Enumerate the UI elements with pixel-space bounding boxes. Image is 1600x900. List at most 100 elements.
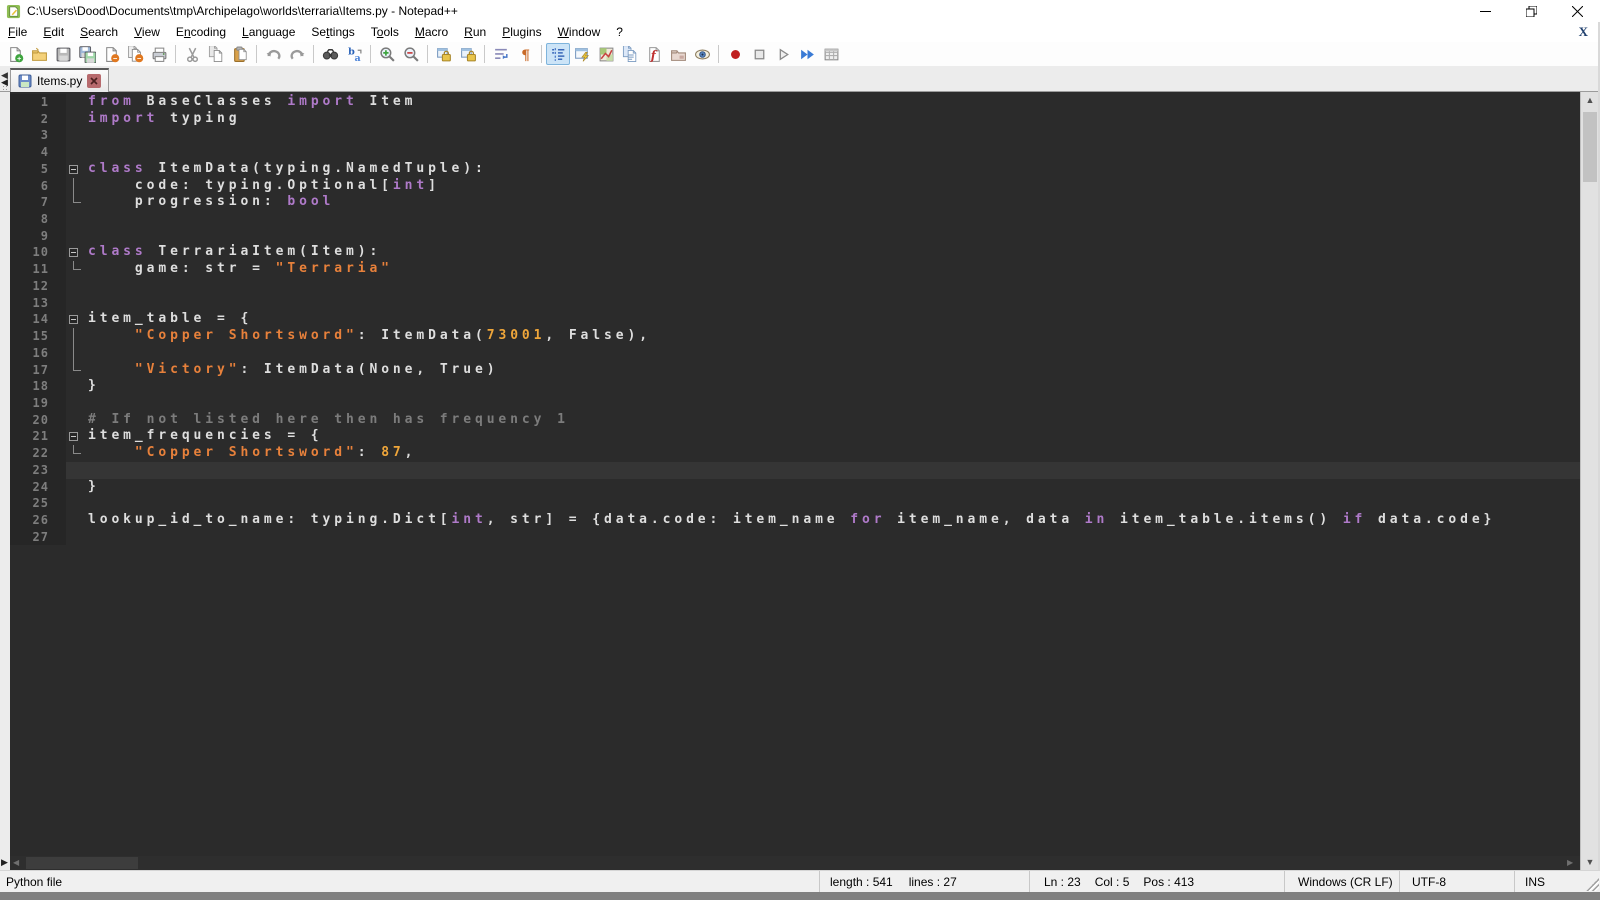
horizontal-scrollbar[interactable]: ◀ ▶	[10, 856, 1580, 870]
menu-edit[interactable]: Edit	[35, 23, 72, 41]
editor-line-3[interactable]: 3	[10, 127, 1580, 144]
editor-line-19[interactable]: 19	[10, 395, 1580, 412]
mdi-close-document-icon[interactable]: X	[1579, 24, 1588, 40]
menu-settings[interactable]: Settings	[303, 23, 362, 41]
menu-tools[interactable]: Tools	[363, 23, 407, 41]
menu-run[interactable]: Run	[456, 23, 494, 41]
horizontal-scrollbar-thumb[interactable]	[26, 857, 138, 869]
fold-marker-start[interactable]	[66, 428, 84, 445]
macro-save-button[interactable]	[819, 43, 843, 65]
tab-items-py[interactable]: Items.py	[10, 68, 109, 92]
editor-line-7[interactable]: 7 progression: bool	[10, 194, 1580, 211]
save-all-button[interactable]	[75, 43, 99, 65]
editor-line-17[interactable]: 17 "Victory": ItemData(None, True)	[10, 362, 1580, 379]
fold-marker-start[interactable]	[66, 161, 84, 178]
scroll-down-icon[interactable]: ▼	[1581, 854, 1599, 870]
save-button[interactable]	[51, 43, 75, 65]
print-button[interactable]	[147, 43, 171, 65]
document-map-button[interactable]	[594, 43, 618, 65]
dock-arrow-left-icon[interactable]: ◀	[1, 77, 8, 88]
editor-line-26[interactable]: 26lookup_id_to_name: typing.Dict[int, st…	[10, 512, 1580, 529]
macro-record-button[interactable]	[723, 43, 747, 65]
menu-file[interactable]: File	[0, 23, 35, 41]
redo-button[interactable]	[285, 43, 309, 65]
word-wrap-button[interactable]	[489, 43, 513, 65]
editor-line-27[interactable]: 27	[10, 529, 1580, 546]
resize-grip[interactable]	[1586, 878, 1599, 891]
close-all-docs-icon: −	[127, 46, 144, 63]
zoom-out-button[interactable]	[399, 43, 423, 65]
menu-macro[interactable]: Macro	[407, 23, 456, 41]
copy-button[interactable]	[204, 43, 228, 65]
folder-as-workspace-button[interactable]	[666, 43, 690, 65]
sync-vertical-button[interactable]	[432, 43, 456, 65]
function-list-button[interactable]: f	[642, 43, 666, 65]
vertical-scrollbar-thumb[interactable]	[1583, 112, 1597, 182]
fold-marker-start[interactable]	[66, 311, 84, 328]
indent-guide-button[interactable]	[546, 43, 570, 65]
status-eol-format[interactable]: Windows (CR LF)	[1285, 871, 1400, 892]
editor-line-12[interactable]: 12	[10, 278, 1580, 295]
line-number: 2	[10, 111, 66, 128]
menu-language[interactable]: Language	[234, 23, 303, 41]
status-insert-mode[interactable]: INS	[1515, 871, 1600, 892]
editor-line-20[interactable]: 20# If not listed here then has frequenc…	[10, 412, 1580, 429]
editor-line-8[interactable]: 8	[10, 211, 1580, 228]
editor-line-6[interactable]: 6 code: typing.Optional[int]	[10, 178, 1580, 195]
editor-line-5[interactable]: 5class ItemData(typing.NamedTuple):	[10, 161, 1580, 178]
editor-line-9[interactable]: 9	[10, 228, 1580, 245]
close-doc-button[interactable]: −	[99, 43, 123, 65]
document-list-button[interactable]	[618, 43, 642, 65]
vertical-scrollbar[interactable]: ▲ ▼	[1580, 92, 1598, 870]
function-completion-button[interactable]	[570, 43, 594, 65]
sync-horizontal-button[interactable]	[456, 43, 480, 65]
close-all-docs-button[interactable]: −	[123, 43, 147, 65]
editor-line-11[interactable]: 11 game: str = "Terraria"	[10, 261, 1580, 278]
restore-button[interactable]	[1508, 0, 1554, 22]
editor-line-25[interactable]: 25	[10, 495, 1580, 512]
editor-line-10[interactable]: 10class TerrariaItem(Item):	[10, 244, 1580, 261]
show-all-characters-button[interactable]: ¶	[513, 43, 537, 65]
macro-run-multiple-button[interactable]	[795, 43, 819, 65]
fold-marker-start[interactable]	[66, 244, 84, 261]
editor-line-2[interactable]: 2import typing	[10, 111, 1580, 128]
editor-line-14[interactable]: 14item_table = {	[10, 311, 1580, 328]
menu-encoding[interactable]: Encoding	[168, 23, 234, 41]
file-monitoring-button[interactable]	[690, 43, 714, 65]
menu-search[interactable]: Search	[72, 23, 126, 41]
editor-line-18[interactable]: 18}	[10, 378, 1580, 395]
undo-button[interactable]	[261, 43, 285, 65]
zoom-in-button[interactable]	[375, 43, 399, 65]
editor-line-4[interactable]: 4	[10, 144, 1580, 161]
editor-line-1[interactable]: 1from BaseClasses import Item	[10, 94, 1580, 111]
editor-line-22[interactable]: 22 "Copper Shortsword": 87,	[10, 445, 1580, 462]
menu-plugins[interactable]: Plugins	[494, 23, 549, 41]
close-button[interactable]	[1554, 0, 1600, 22]
find-button[interactable]	[318, 43, 342, 65]
open-folder-button[interactable]	[27, 43, 51, 65]
macro-stop-button[interactable]	[747, 43, 771, 65]
line-number: 22	[10, 445, 66, 462]
cut-button[interactable]	[180, 43, 204, 65]
menu-help[interactable]: ?	[608, 23, 631, 41]
editor-line-13[interactable]: 13	[10, 295, 1580, 312]
editor-line-15[interactable]: 15 "Copper Shortsword": ItemData(73001, …	[10, 328, 1580, 345]
scroll-left-icon[interactable]: ◀	[13, 858, 23, 868]
new-file-button[interactable]: +	[3, 43, 27, 65]
paste-button[interactable]	[228, 43, 252, 65]
scroll-up-icon[interactable]: ▲	[1581, 92, 1599, 108]
editor-line-23[interactable]: 23	[10, 462, 1580, 479]
editor-line-24[interactable]: 24}	[10, 479, 1580, 496]
menu-view[interactable]: View	[126, 23, 168, 41]
code-editor[interactable]: 1from BaseClasses import Item2import typ…	[10, 92, 1580, 856]
dock-arrow-right-icon[interactable]: ▶	[1, 857, 8, 868]
minimize-button[interactable]	[1462, 0, 1508, 22]
tab-close-button[interactable]	[87, 74, 101, 88]
scroll-right-icon[interactable]: ▶	[1567, 858, 1577, 868]
replace-button[interactable]: ba	[342, 43, 366, 65]
status-encoding[interactable]: UTF-8	[1400, 871, 1515, 892]
macro-play-button[interactable]	[771, 43, 795, 65]
editor-line-16[interactable]: 16	[10, 345, 1580, 362]
editor-line-21[interactable]: 21item_frequencies = {	[10, 428, 1580, 445]
menu-window[interactable]: Window	[550, 23, 609, 41]
